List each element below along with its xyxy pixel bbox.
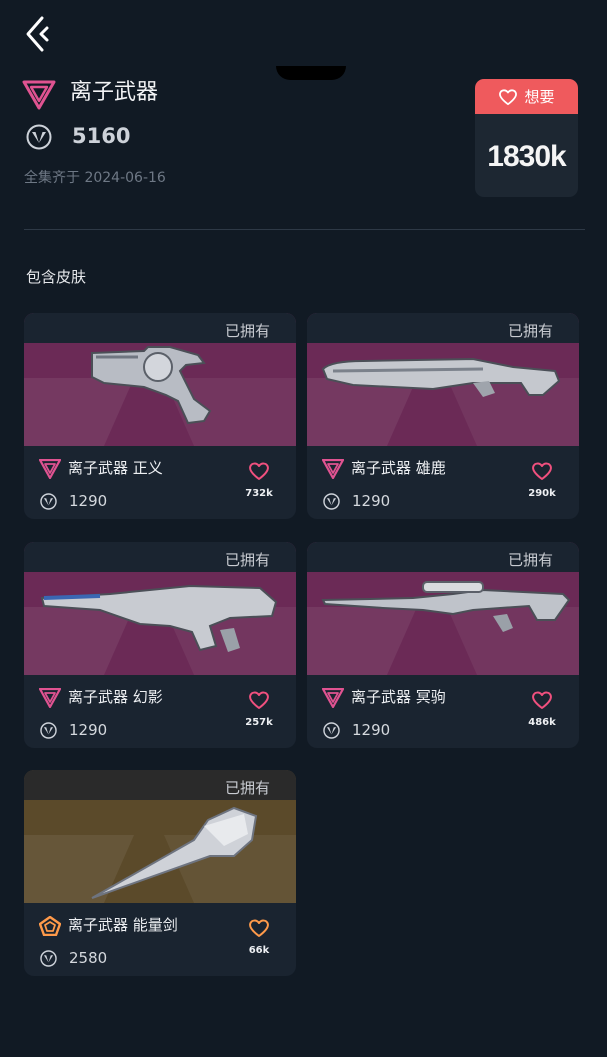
skin-card[interactable]: 已拥有 离子武器 幻影 1290 257k [24, 542, 296, 748]
back-arrow-icon[interactable] [22, 14, 54, 54]
like-count: 257k [245, 717, 273, 728]
premium-tier-icon [39, 688, 61, 708]
skin-price: 2580 [69, 949, 108, 967]
page-title: 离子武器 [70, 80, 159, 105]
skin-name: 离子武器 能量剑 [68, 916, 178, 934]
owned-label: 已拥有 [224, 779, 270, 797]
valorant-points-icon [323, 722, 340, 739]
divider [24, 229, 585, 230]
exclusive-tier-icon [39, 916, 61, 936]
like-count: 66k [248, 945, 270, 956]
valorant-points-icon [40, 722, 57, 739]
want-label: 想要 [524, 88, 555, 106]
owned-label: 已拥有 [224, 551, 270, 569]
heart-icon[interactable] [531, 690, 553, 710]
valorant-points-icon [26, 124, 52, 150]
valorant-points-icon [40, 950, 57, 967]
skin-card[interactable]: 已拥有 离子武器 冥驹 1290 486k [307, 542, 579, 748]
complete-date: 全集齐于 2024-06-16 [24, 170, 166, 186]
skin-price: 1290 [69, 492, 108, 510]
skin-card[interactable]: 已拥有 离子武器 雄鹿 1290 290k [307, 313, 579, 519]
owned-label: 已拥有 [507, 551, 553, 569]
skin-name: 离子武器 幻影 [68, 688, 163, 706]
valorant-points-icon [40, 493, 57, 510]
skin-price: 1290 [352, 492, 391, 510]
heart-icon[interactable] [248, 461, 270, 481]
owned-label: 已拥有 [507, 322, 553, 340]
section-title: 包含皮肤 [26, 268, 87, 286]
skin-card[interactable]: 已拥有 离子武器 能量剑 2580 66k [24, 770, 296, 976]
skin-name: 离子武器 正义 [68, 459, 163, 477]
want-count: 1830k [487, 140, 566, 173]
skin-name: 离子武器 雄鹿 [351, 459, 446, 477]
want-card[interactable]: 想要 1830k [475, 79, 578, 197]
bundle-price: 5160 [72, 124, 131, 148]
skin-name: 离子武器 冥驹 [351, 688, 446, 706]
want-button[interactable]: 想要 [475, 79, 578, 114]
heart-icon[interactable] [248, 690, 270, 710]
heart-outline-icon [499, 88, 518, 105]
skin-card[interactable]: 已拥有 离子武器 正义 1290 732k [24, 313, 296, 519]
owned-label: 已拥有 [224, 322, 270, 340]
camera-notch [276, 66, 346, 80]
like-count: 486k [528, 717, 556, 728]
heart-icon[interactable] [531, 461, 553, 481]
prism-triangle-icon [22, 80, 56, 110]
like-count: 290k [528, 488, 556, 499]
like-count: 732k [245, 488, 273, 499]
skin-price: 1290 [352, 721, 391, 739]
premium-tier-icon [322, 688, 344, 708]
valorant-points-icon [323, 493, 340, 510]
skin-price: 1290 [69, 721, 108, 739]
premium-tier-icon [322, 459, 344, 479]
heart-icon[interactable] [248, 918, 270, 938]
premium-tier-icon [39, 459, 61, 479]
